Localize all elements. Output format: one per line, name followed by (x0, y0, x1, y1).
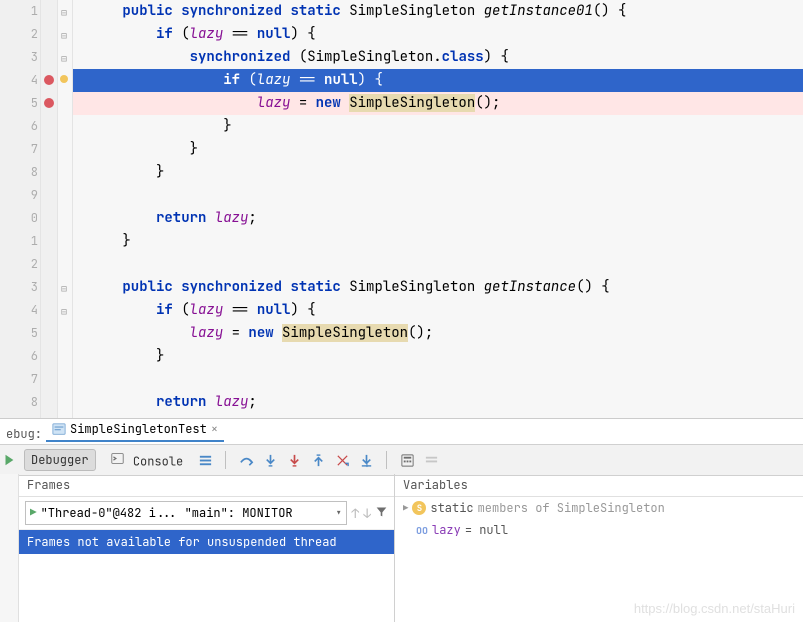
debug-toolbar: Debugger Console (0, 444, 803, 476)
expand-icon[interactable]: ▶ (403, 502, 408, 514)
fold-handle-icon[interactable]: ⊟ (61, 52, 67, 65)
fold-gutter[interactable]: ⊟ ⊟ ⊟ ⊟ ⊟ (58, 0, 72, 418)
fold-handle-icon[interactable]: ⊟ (61, 29, 67, 42)
close-icon[interactable]: × (211, 421, 218, 437)
execution-point-icon (60, 75, 68, 83)
debug-session-name: SimpleSingletonTest (70, 421, 207, 437)
breakpoint-gutter[interactable] (41, 0, 58, 418)
frames-pane: Frames ▶ "Thread-0"@482 i... "main": MON… (19, 474, 395, 622)
step-out-icon[interactable] (310, 452, 326, 468)
drop-frame-icon[interactable] (334, 452, 350, 468)
debug-session-tab[interactable]: SimpleSingletonTest × (46, 418, 224, 442)
code-editor[interactable]: 1 2 3 4 5 6 7 8 9 0 1 2 3 4 5 6 7 8 ⊟ ⊟ … (0, 0, 803, 419)
next-frame-icon[interactable]: ↓ (363, 505, 371, 522)
variables-pane: Variables ▶ S static members of SimpleSi… (395, 474, 803, 622)
thread-selector[interactable]: ▶ "Thread-0"@482 i... "main": MONITOR ▾ (25, 501, 347, 525)
watermark-text: https://blog.csdn.net/staHuri (634, 601, 795, 616)
run-to-cursor-icon[interactable] (358, 452, 374, 468)
filter-icon[interactable] (375, 505, 388, 522)
variables-header: Variables (395, 474, 803, 497)
variable-row[interactable]: ▶ S static members of SimpleSingleton (395, 497, 803, 519)
rerun-icon[interactable] (1, 452, 17, 468)
breakpoint-icon[interactable] (44, 75, 54, 85)
frames-unavailable-message: Frames not available for unsuspended thr… (19, 530, 394, 554)
breakpoint-icon[interactable] (44, 98, 54, 108)
execution-line: if (lazy == null) { (72, 69, 803, 92)
prev-frame-icon[interactable]: ↑ (351, 505, 359, 522)
console-tab[interactable]: Console (104, 449, 190, 472)
debug-side-toolbar (0, 474, 19, 622)
evaluate-expression-icon[interactable] (399, 452, 415, 468)
fold-handle-icon[interactable]: ⊟ (61, 6, 67, 19)
step-over-icon[interactable] (238, 452, 254, 468)
debugger-tab[interactable]: Debugger (24, 449, 96, 471)
trace-current-stream-icon (423, 452, 439, 468)
threads-icon[interactable] (197, 452, 213, 468)
step-into-icon[interactable] (262, 452, 278, 468)
object-badge-icon: OO (416, 524, 428, 537)
console-icon (110, 451, 126, 467)
debug-toolwindow-label: ebug: (0, 423, 48, 445)
static-badge-icon: S (412, 501, 426, 515)
chevron-down-icon[interactable]: ▾ (335, 505, 342, 521)
code-area[interactable]: public synchronized static SimpleSinglet… (72, 0, 803, 418)
frames-header: Frames (19, 474, 394, 497)
fold-handle-icon[interactable]: ⊟ (61, 305, 67, 318)
variable-row[interactable]: OO lazy = null (395, 519, 803, 541)
line-number-gutter: 1 2 3 4 5 6 7 8 9 0 1 2 3 4 5 6 7 8 (0, 0, 41, 418)
force-step-into-icon[interactable] (286, 452, 302, 468)
run-config-icon (52, 422, 66, 436)
thread-name: "Thread-0"@482 i... "main": MONITOR (41, 505, 293, 521)
thread-running-icon: ▶ (30, 506, 37, 520)
fold-handle-icon[interactable]: ⊟ (61, 282, 67, 295)
